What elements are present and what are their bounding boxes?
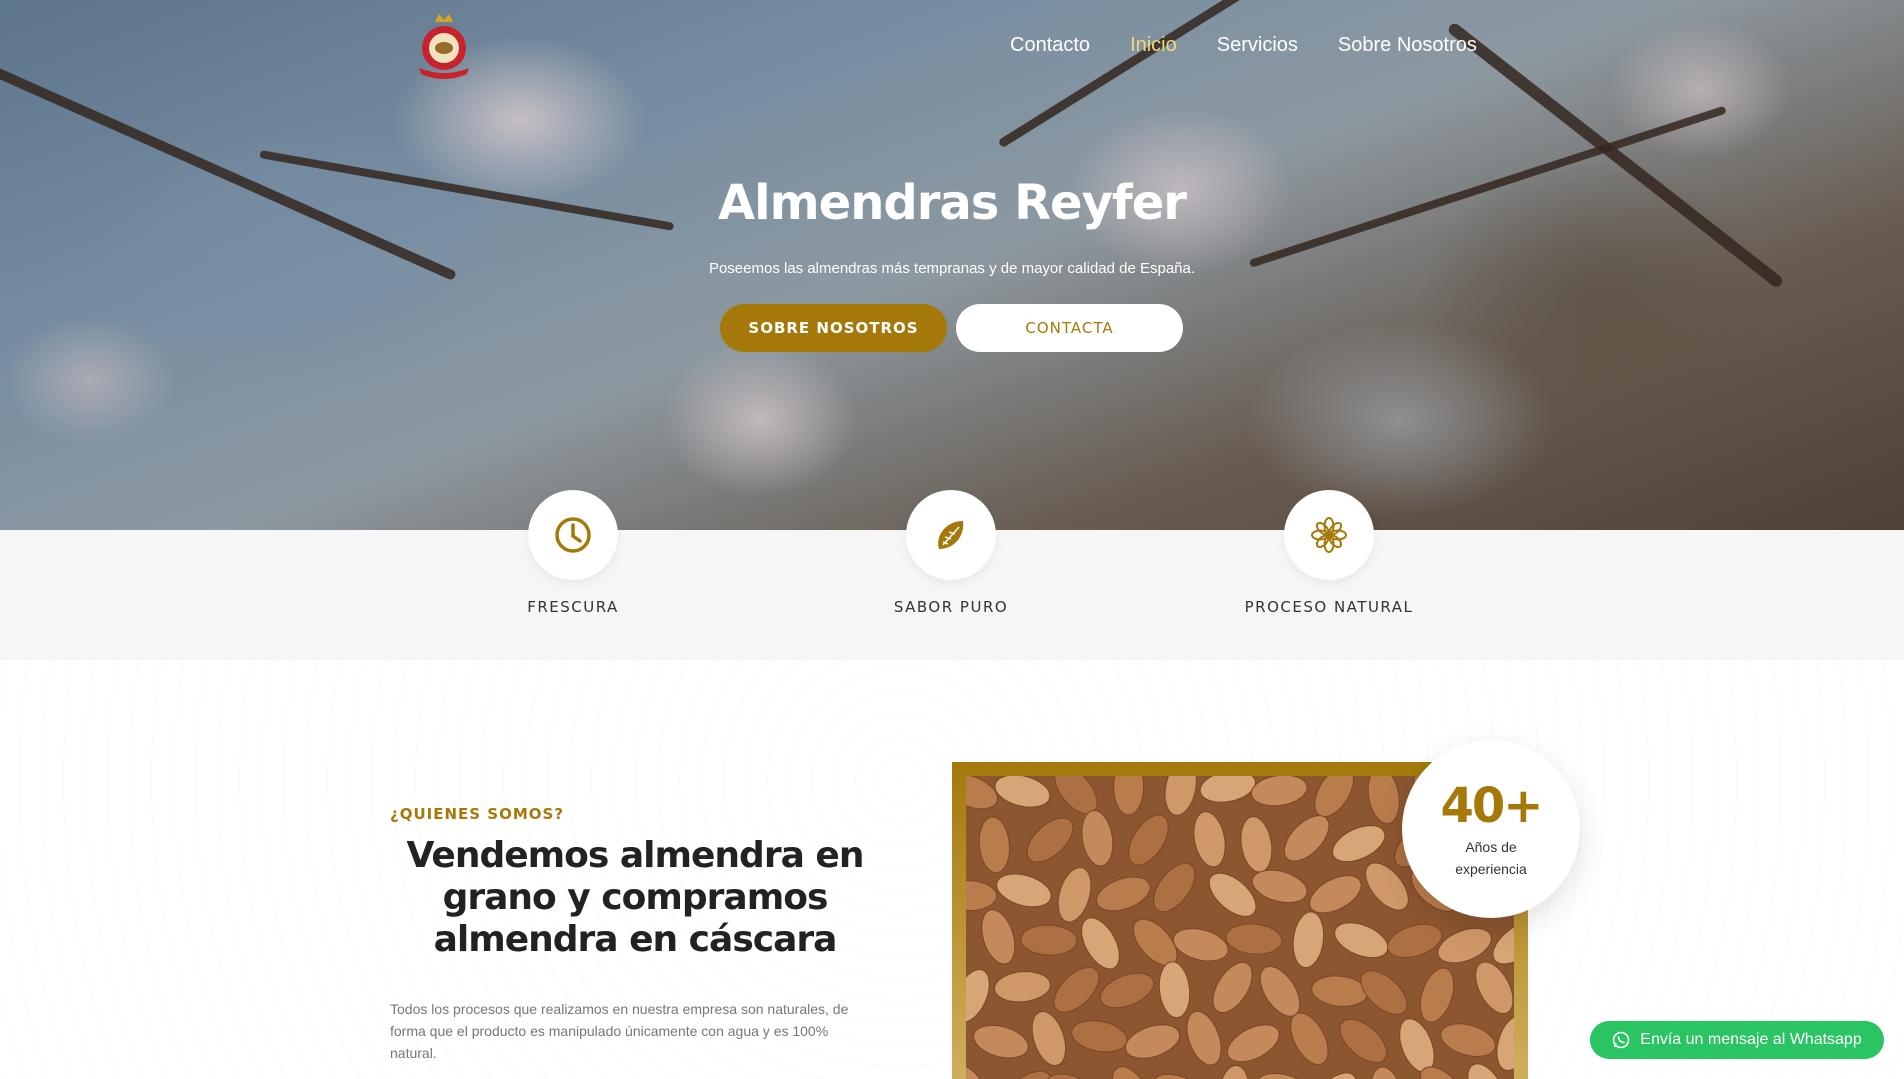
feature-icon-circle xyxy=(1284,490,1374,580)
whatsapp-button[interactable]: Envía un mensaje al Whatsapp xyxy=(1590,1021,1884,1059)
contacta-button[interactable]: CONTACTA xyxy=(956,304,1183,352)
feature-frescura: FRESCURA xyxy=(473,490,673,616)
whatsapp-label: Envía un mensaje al Whatsapp xyxy=(1640,1031,1862,1048)
whatsapp-icon xyxy=(1612,1031,1630,1049)
feature-label: FRESCURA xyxy=(527,598,619,616)
feature-proceso-natural: PROCESO NATURAL xyxy=(1229,490,1429,616)
features-strip: FRESCURA SABOR PURO PROCESO NATURAL xyxy=(0,490,1904,660)
nav-sobre-nosotros[interactable]: Sobre Nosotros xyxy=(1338,34,1477,57)
sobre-nosotros-button[interactable]: SOBRE NOSOTROS xyxy=(720,304,947,352)
experience-badge: 40+ Años de experiencia xyxy=(1402,740,1580,918)
nav-inicio[interactable]: Inicio xyxy=(1130,34,1177,57)
about-section: ¿QUIENES SOMOS? Vendemos almendra en gra… xyxy=(0,660,1904,1079)
nav-contacto[interactable]: Contacto xyxy=(1010,34,1090,57)
feature-label: PROCESO NATURAL xyxy=(1244,598,1414,616)
almond-icon xyxy=(938,521,964,549)
hero-title: Almendras Reyfer xyxy=(718,175,1187,231)
hero-section: Contacto Inicio Servicios Sobre Nosotros… xyxy=(0,0,1904,530)
main-nav: Contacto Inicio Servicios Sobre Nosotros xyxy=(1010,34,1477,57)
feature-icon-circle xyxy=(528,490,618,580)
experience-label: Años de experiencia xyxy=(1455,839,1527,877)
reyfer-logo-icon xyxy=(419,14,469,79)
logo[interactable] xyxy=(413,12,475,82)
nav-servicios[interactable]: Servicios xyxy=(1217,34,1298,57)
feature-icon-circle xyxy=(906,490,996,580)
feature-sabor-puro: SABOR PURO xyxy=(851,490,1051,616)
about-text: Todos los procesos que realizamos en nue… xyxy=(390,1001,849,1061)
clock-icon xyxy=(555,517,591,553)
about-title: Vendemos almendra en grano y compramos a… xyxy=(406,835,865,960)
feature-label: SABOR PURO xyxy=(893,598,1009,616)
flower-icon xyxy=(1311,517,1347,553)
experience-number: 40+ xyxy=(1440,778,1543,834)
about-eyebrow: ¿QUIENES SOMOS? xyxy=(390,805,565,823)
hero-subtitle: Poseemos las almendras más tempranas y d… xyxy=(708,260,1196,277)
